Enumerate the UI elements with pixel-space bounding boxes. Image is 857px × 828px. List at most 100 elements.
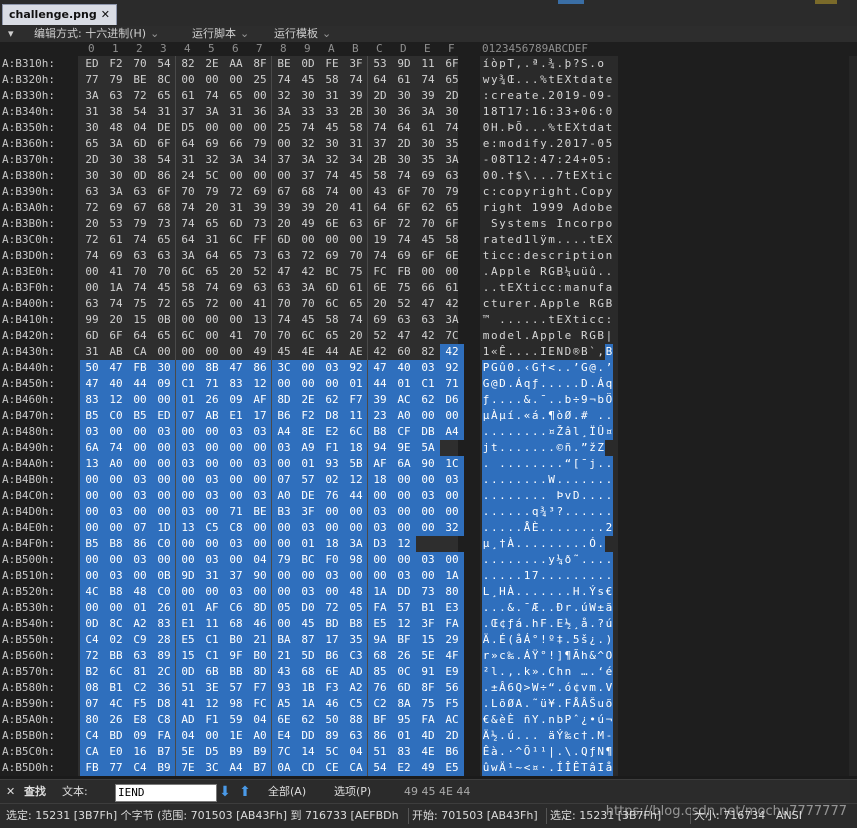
hex-byte[interactable]: 80 (80, 712, 104, 728)
hex-byte[interactable]: 05 (272, 600, 296, 616)
hex-byte[interactable]: 30 (392, 88, 416, 104)
hex-byte[interactable]: 74 (368, 120, 392, 136)
hex-byte[interactable]: 63 (80, 296, 104, 312)
hex-byte[interactable]: 03 (416, 552, 440, 568)
hex-byte[interactable]: 6D (392, 680, 416, 696)
hex-byte[interactable]: FC (248, 696, 272, 712)
hex-byte[interactable]: 4E (296, 344, 320, 360)
hex-byte[interactable]: 00 (176, 360, 200, 376)
hex-byte[interactable]: 2D (440, 728, 464, 744)
hex-byte[interactable]: 00 (320, 376, 344, 392)
hex-byte[interactable]: 63 (80, 184, 104, 200)
find-next-icon[interactable]: ⬇ (219, 783, 231, 801)
hex-byte[interactable]: 00 (320, 520, 344, 536)
ascii-text[interactable]: rated1lÿm....tEX (482, 232, 613, 248)
hex-byte[interactable]: AD (344, 664, 368, 680)
hex-byte[interactable]: ED (80, 56, 104, 72)
ascii-text[interactable]: ........ ÞvD.... (482, 488, 613, 504)
ascii-text[interactable]: µ Àµ í. «á. ¶ ò Ø. # .. (482, 408, 613, 424)
hex-byte[interactable]: 45 (296, 72, 320, 88)
hex-byte[interactable]: 61 (416, 120, 440, 136)
hex-byte[interactable]: 00 (416, 504, 440, 520)
hex-byte[interactable]: 33 (320, 104, 344, 120)
ascii-text[interactable]: -0 8 T 1 2:4 7:2 4 +0 5: (482, 152, 613, 168)
hex-byte[interactable]: 69 (416, 168, 440, 184)
hex-byte[interactable]: 70 (128, 56, 152, 72)
hex-byte[interactable]: 63 (272, 248, 296, 264)
ascii-text[interactable]: P Gû 0. ‹ G † <..’ G @.’ (482, 360, 613, 376)
hex-byte[interactable]: 30 (392, 152, 416, 168)
ascii-text[interactable]: r» c ‰. Á Ÿ °!] ¶ Ãh & ^ O (482, 648, 613, 664)
hex-byte[interactable]: 03 (440, 472, 464, 488)
hex-byte[interactable]: 6E (368, 280, 392, 296)
hex-byte[interactable]: 63 (440, 168, 464, 184)
hex-byte[interactable]: 70 (344, 248, 368, 264)
hex-byte[interactable]: 86 (368, 728, 392, 744)
hex-byte[interactable]: 57 (224, 680, 248, 696)
hex-byte[interactable]: DE (296, 488, 320, 504)
hex-byte[interactable]: 6C (104, 664, 128, 680)
hex-byte[interactable]: 63 (128, 184, 152, 200)
hex-byte[interactable]: 00 (272, 616, 296, 632)
hex-byte[interactable]: 45 (344, 168, 368, 184)
hex-byte[interactable]: 6D (128, 136, 152, 152)
hex-byte[interactable]: 52 (392, 296, 416, 312)
hex-byte[interactable]: 00 (200, 728, 224, 744)
hex-byte[interactable]: 00 (344, 504, 368, 520)
hex-byte[interactable]: F1 (200, 712, 224, 728)
hex-byte[interactable]: F3 (320, 680, 344, 696)
hex-byte[interactable]: 00 (80, 488, 104, 504)
hex-byte[interactable]: D3 (368, 536, 392, 552)
hex-byte[interactable]: 37 (176, 104, 200, 120)
hex-byte[interactable]: 63 (344, 728, 368, 744)
hex-byte[interactable]: 70 (272, 328, 296, 344)
hex-byte[interactable]: 38 (128, 152, 152, 168)
hex-byte[interactable]: B9 (152, 760, 176, 776)
hex-byte[interactable]: 03 (224, 584, 248, 600)
hex-byte[interactable]: 95 (392, 712, 416, 728)
hex-byte[interactable]: 30 (104, 152, 128, 168)
hex-byte[interactable]: AC (392, 392, 416, 408)
hex-byte[interactable]: 03 (296, 520, 320, 536)
hex-editor-view[interactable]: A:B310h: ED F2 70 54 82 2E AA 8F BE 0D FE 3F 53 9D 11 6F… (0, 56, 857, 776)
ascii-text[interactable]: ........ y ¼ ð ˜.... (482, 552, 613, 568)
hex-byte[interactable]: 65 (152, 328, 176, 344)
hex-byte[interactable]: 00 (416, 568, 440, 584)
ascii-text[interactable]: µ ¸ † À......... Ó. (482, 536, 605, 552)
hex-byte[interactable]: 00 (200, 120, 224, 136)
hex-byte[interactable]: 2E (296, 392, 320, 408)
hex-byte[interactable]: 5E (176, 744, 200, 760)
hex-byte[interactable]: 73 (152, 216, 176, 232)
hex-byte[interactable]: 3A (296, 152, 320, 168)
hex-byte[interactable]: A4 (272, 424, 296, 440)
hex-byte[interactable]: 65 (344, 296, 368, 312)
search-input[interactable]: IEND (115, 784, 217, 802)
hex-byte[interactable]: 69 (104, 248, 128, 264)
hex-byte[interactable]: 45 (320, 120, 344, 136)
hex-byte[interactable]: 70 (416, 184, 440, 200)
hex-byte[interactable]: 31 (80, 104, 104, 120)
hex-byte[interactable]: 00 (176, 536, 200, 552)
hex-byte[interactable]: 35 (344, 632, 368, 648)
hex-byte[interactable]: 8D (248, 600, 272, 616)
hex-byte[interactable]: 00 (392, 520, 416, 536)
hex-byte[interactable]: 0B (152, 312, 176, 328)
hex-byte[interactable]: 00 (176, 584, 200, 600)
hex-byte[interactable]: 59 (224, 712, 248, 728)
hex-byte[interactable]: 03 (176, 504, 200, 520)
hex-byte[interactable]: 13 (80, 456, 104, 472)
hex-byte[interactable]: 69 (224, 280, 248, 296)
hex-byte[interactable]: 71 (200, 376, 224, 392)
hex-byte[interactable]: 40 (392, 360, 416, 376)
hex-byte[interactable]: 63 (416, 312, 440, 328)
hex-byte[interactable]: 6C (176, 328, 200, 344)
hex-byte[interactable]: 44 (344, 488, 368, 504)
hex-byte[interactable]: B7 (248, 760, 272, 776)
hex-byte[interactable]: 12 (392, 536, 416, 552)
hex-byte[interactable]: 00 (176, 472, 200, 488)
hex-byte[interactable]: 00 (128, 424, 152, 440)
hex-byte[interactable]: 07 (80, 696, 104, 712)
hex-byte[interactable]: 9D (392, 56, 416, 72)
hex-byte[interactable]: 88 (344, 712, 368, 728)
hex-byte[interactable]: 62 (416, 392, 440, 408)
